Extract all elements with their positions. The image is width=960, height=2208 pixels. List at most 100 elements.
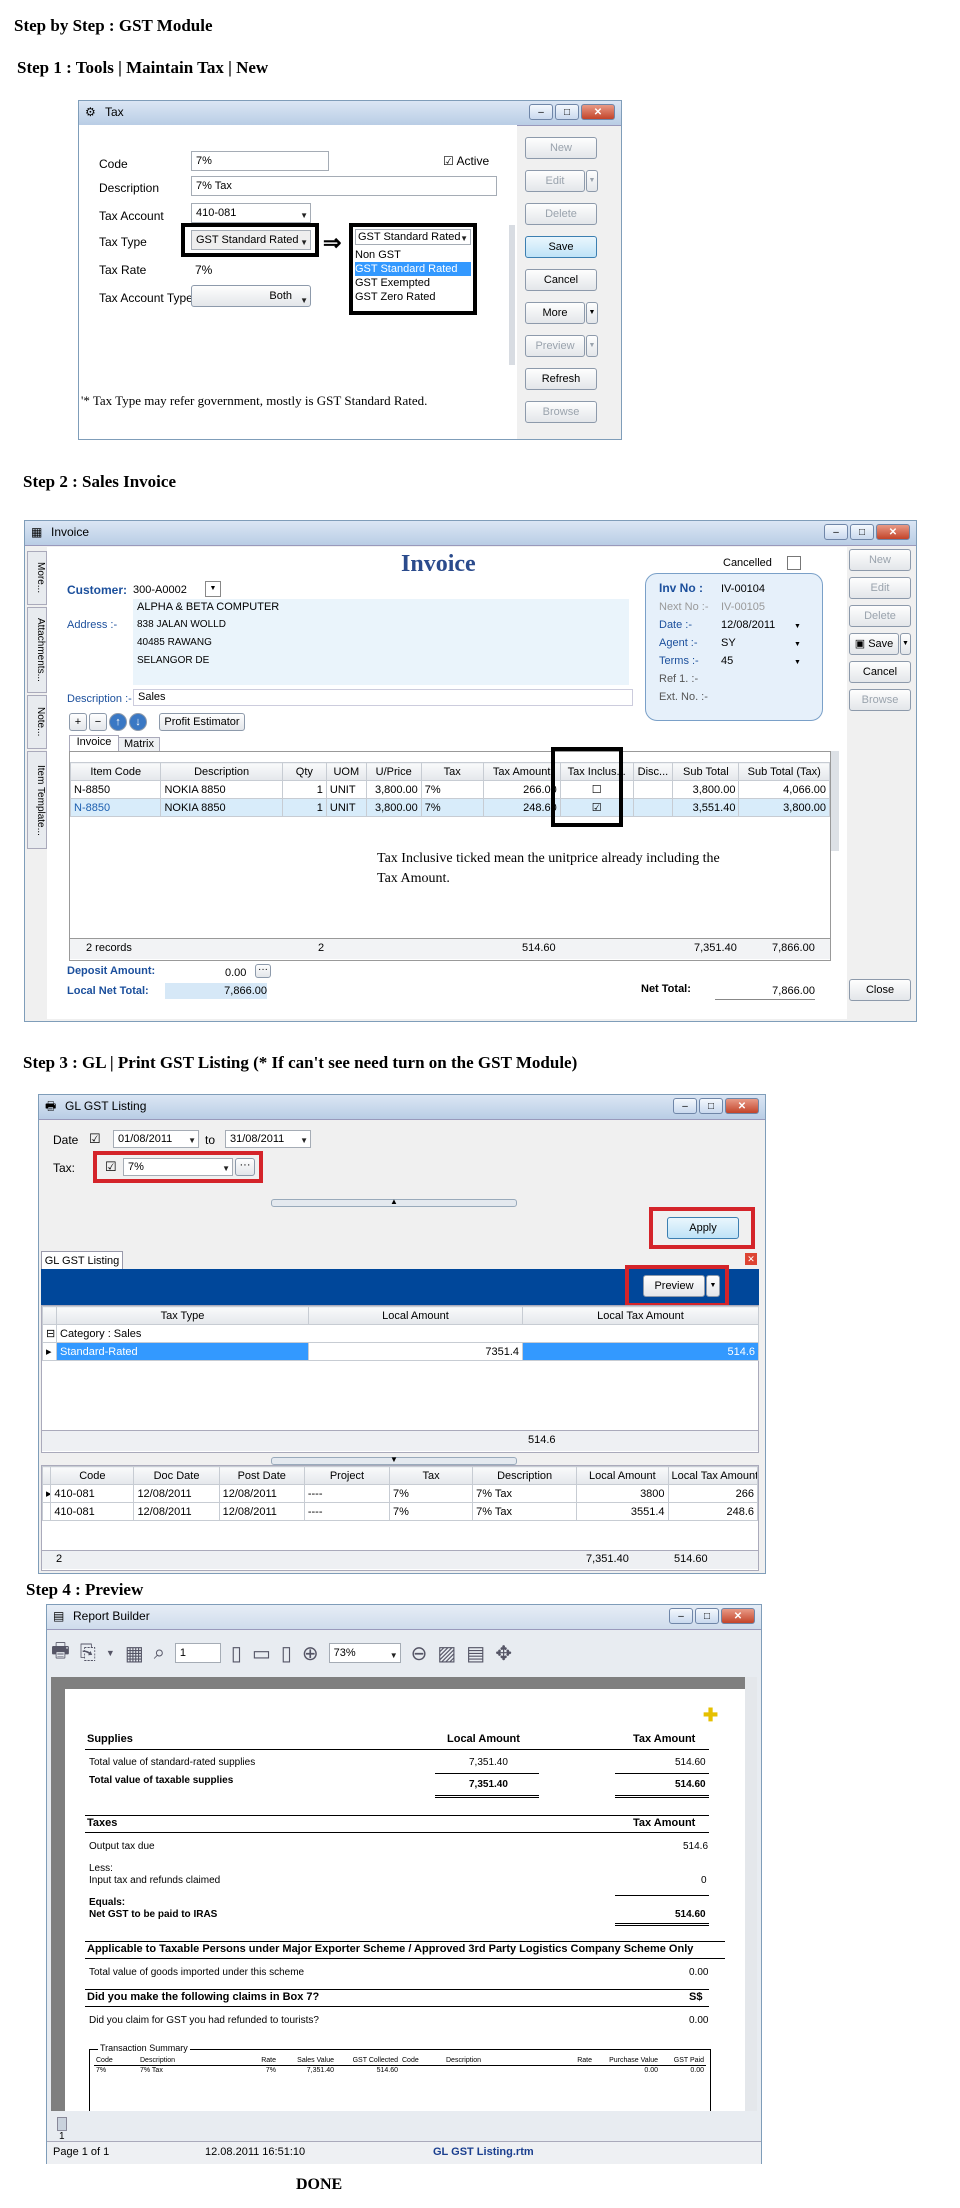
table-cell[interactable]: 7% Tax xyxy=(472,1502,578,1521)
date-checkbox[interactable]: ☑ xyxy=(89,1131,101,1147)
date-from-input[interactable]: 01/08/2011 ▼ xyxy=(113,1130,199,1148)
dropdown-option[interactable]: GST Exempted xyxy=(355,276,471,290)
whole-page-icon[interactable]: ▯ xyxy=(231,1641,242,1666)
page-slider-thumb[interactable] xyxy=(57,2117,67,2131)
column-header[interactable]: Tax Amount xyxy=(482,762,561,781)
table-cell[interactable]: 7% xyxy=(389,1502,474,1521)
table-cell[interactable]: ---- xyxy=(303,1484,391,1503)
print-icon[interactable]: 🖶 xyxy=(51,1636,70,1670)
find-icon[interactable]: ⌕ xyxy=(154,1642,165,1665)
dropdown-option-selected[interactable]: GST Standard Rated xyxy=(355,262,471,276)
column-header[interactable]: Local Amount xyxy=(308,1306,523,1325)
column-header[interactable]: Local Tax Amount xyxy=(522,1306,759,1325)
tax-account-select[interactable]: 410-081 ▼ xyxy=(191,203,311,223)
tab-invoice[interactable]: Invoice xyxy=(69,735,119,752)
column-header[interactable]: Tax Type xyxy=(56,1306,309,1325)
maximize-button[interactable]: □ xyxy=(555,104,579,120)
hundred-percent-icon[interactable]: ▯ xyxy=(281,1641,292,1666)
column-header[interactable]: Project xyxy=(303,1466,391,1485)
maximize-button[interactable]: □ xyxy=(699,1098,723,1114)
tax-rate-input[interactable]: 7% xyxy=(195,263,212,277)
maximize-button[interactable]: □ xyxy=(695,1608,719,1624)
table-row-selected[interactable]: N-8850 NOKIA 8850 1 UNIT 3,800.00 7% 248… xyxy=(69,798,830,817)
new-button[interactable]: New xyxy=(525,137,597,159)
table-row[interactable]: ▸ Standard-Rated 7351.4 514.6 xyxy=(42,1342,759,1361)
cancelled-checkbox[interactable] xyxy=(787,556,801,570)
page-number-input[interactable]: 1 xyxy=(174,1643,221,1663)
column-header[interactable]: Local Tax Amount xyxy=(667,1466,759,1485)
side-tab-more[interactable]: More... xyxy=(27,551,47,605)
save-button[interactable]: Save xyxy=(525,236,597,258)
terms-value[interactable]: 45 xyxy=(721,655,733,667)
column-header[interactable]: Sub Total (Tax) xyxy=(738,762,830,781)
preview-button[interactable]: Preview xyxy=(525,335,585,357)
table-cell[interactable]: N-8850 xyxy=(69,798,162,817)
table-cell[interactable]: 12/08/2011 xyxy=(133,1484,220,1503)
code-input[interactable]: 7% xyxy=(191,151,329,171)
column-header[interactable]: U/Price xyxy=(365,762,422,781)
save-dropdown-button[interactable]: ▼ xyxy=(900,633,911,655)
dropdown-option[interactable]: Non GST xyxy=(355,248,471,262)
minimize-button[interactable]: – xyxy=(669,1608,693,1624)
preview-dropdown-button[interactable]: ▼ xyxy=(586,335,598,357)
dropdown-current[interactable]: GST Standard Rated ▼ xyxy=(355,229,471,245)
table-cell[interactable]: 12/08/2011 xyxy=(218,1484,305,1503)
inv-no-value[interactable]: IV-00104 xyxy=(721,583,765,595)
column-header[interactable]: Tax xyxy=(389,1466,474,1485)
remove-row-icon[interactable]: − xyxy=(89,713,107,731)
table-cell[interactable]: Standard-Rated xyxy=(56,1342,309,1361)
side-tab-attachments[interactable]: Attachments... xyxy=(27,607,47,693)
export-icon[interactable]: ⎘ xyxy=(80,1642,96,1665)
table-row[interactable]: N-8850 NOKIA 8850 1 UNIT 3,800.00 7% 266… xyxy=(69,780,830,799)
customer-code[interactable]: 300-A0002 xyxy=(133,584,187,596)
table-cell[interactable]: NOKIA 8850 xyxy=(160,798,283,817)
zoom-out-icon[interactable]: ⊖ xyxy=(411,1641,428,1666)
minimize-button[interactable]: – xyxy=(824,524,848,540)
detail-splitter[interactable]: ▼ xyxy=(271,1456,517,1465)
description-input[interactable]: Sales xyxy=(133,689,633,706)
table-cell[interactable]: 7% Tax xyxy=(472,1484,578,1503)
close-button[interactable]: ✕ xyxy=(721,1608,755,1624)
tab-gl-gst-listing[interactable]: GL GST Listing xyxy=(41,1251,123,1270)
page-list-icon[interactable]: ▤ xyxy=(466,1641,485,1666)
delete-button[interactable]: Delete xyxy=(849,605,911,627)
table-cell[interactable]: 248.6 xyxy=(667,1502,759,1521)
cancel-button[interactable]: Cancel xyxy=(849,661,911,683)
date-value[interactable]: 12/08/2011 xyxy=(721,619,775,631)
tax-account-type-select[interactable]: Both ▼ xyxy=(191,285,311,307)
table-cell[interactable]: 12/08/2011 xyxy=(133,1502,220,1521)
move-down-icon[interactable]: ↓ xyxy=(129,713,147,731)
more-dropdown-button[interactable]: ▼ xyxy=(586,302,598,324)
table-cell[interactable]: 3,800.00 xyxy=(365,798,422,817)
chevron-down-icon[interactable]: ▼ xyxy=(106,1648,115,1658)
column-header[interactable]: Disc... xyxy=(632,762,674,781)
column-header[interactable]: Description xyxy=(160,762,283,781)
dropdown-option[interactable]: GST Zero Rated xyxy=(355,290,471,304)
column-header[interactable]: Code xyxy=(50,1466,135,1485)
zoom-select[interactable]: 73% ▼ xyxy=(328,1643,401,1663)
add-row-icon[interactable]: + xyxy=(69,713,87,731)
close-button[interactable]: Close xyxy=(849,979,911,1001)
close-tab-icon[interactable]: ✕ xyxy=(745,1253,757,1265)
minimize-button[interactable]: – xyxy=(673,1098,697,1114)
table-cell[interactable]: 7% xyxy=(389,1484,474,1503)
page-width-icon[interactable]: ▭ xyxy=(252,1641,271,1666)
table-cell[interactable]: 1 xyxy=(281,798,327,817)
table-cell[interactable] xyxy=(632,780,674,799)
close-button[interactable]: ✕ xyxy=(581,104,615,120)
grid-scrollbar[interactable] xyxy=(831,751,839,851)
table-cell[interactable]: 3,551.40 xyxy=(672,798,740,817)
table-cell[interactable]: 514.6 xyxy=(522,1342,759,1361)
zoom-in-icon[interactable]: ⊕ xyxy=(302,1641,319,1666)
table-cell[interactable]: 3551.4 xyxy=(576,1502,669,1521)
table-cell[interactable]: NOKIA 8850 xyxy=(160,780,283,799)
report-vertical-scrollbar[interactable] xyxy=(745,1677,757,2111)
close-button[interactable]: ✕ xyxy=(876,524,910,540)
column-header[interactable]: Description xyxy=(472,1466,578,1485)
column-header[interactable]: Doc Date xyxy=(133,1466,220,1485)
agent-value[interactable]: SY xyxy=(721,637,736,649)
table-cell[interactable]: 7% xyxy=(420,798,484,817)
column-header[interactable]: Local Amount xyxy=(576,1466,669,1485)
table-cell[interactable]: 3800 xyxy=(576,1484,669,1503)
table-cell[interactable]: N-8850 xyxy=(69,780,162,799)
